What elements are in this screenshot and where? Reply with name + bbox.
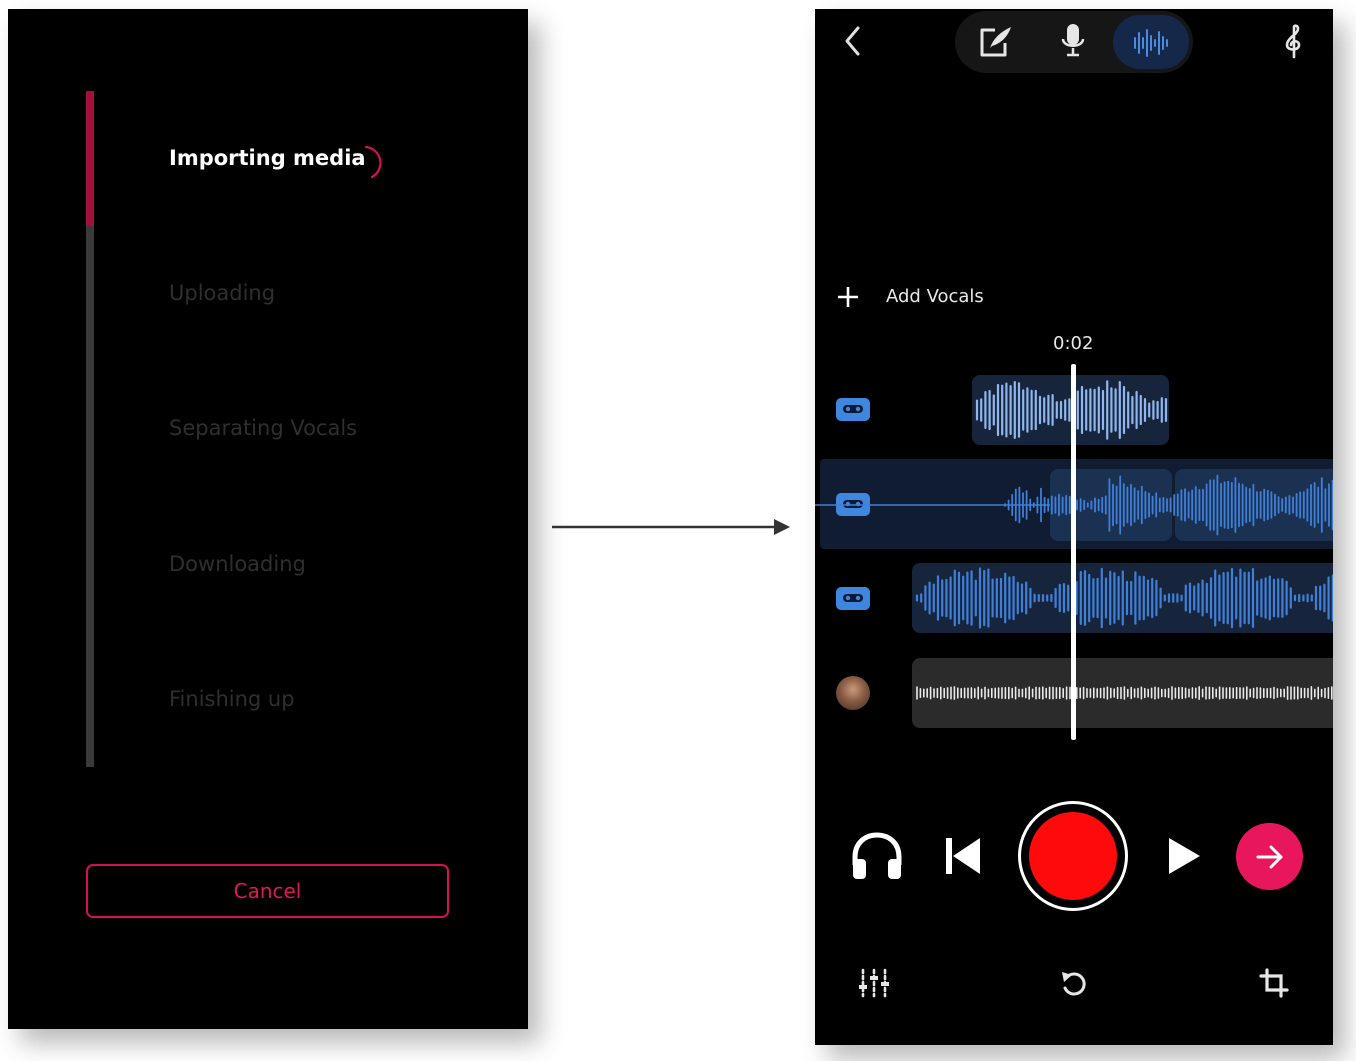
treble-clef-icon[interactable]	[1281, 23, 1305, 59]
step-importing-media: Importing media	[169, 146, 366, 170]
edit-lyrics-icon[interactable]	[977, 24, 1015, 60]
mode-switcher	[955, 11, 1193, 73]
microphone-icon[interactable]	[1061, 21, 1085, 61]
headphones-icon[interactable]	[850, 831, 904, 881]
play-icon[interactable]	[1166, 835, 1202, 877]
playhead[interactable]	[1071, 364, 1076, 740]
playhead-time: 0:02	[1053, 333, 1094, 354]
flow-arrow-icon	[552, 519, 790, 535]
skip-back-icon[interactable]	[944, 835, 982, 877]
record-button[interactable]	[1018, 801, 1128, 911]
waveform-icon	[916, 686, 1333, 700]
avatar[interactable]	[836, 676, 870, 710]
progress-track	[86, 91, 94, 767]
vocal-editor-screen: Add Vocals 0:02	[815, 9, 1333, 1045]
progress-fill	[86, 91, 94, 227]
vocal-clip-3[interactable]	[912, 563, 1333, 633]
back-chevron-icon[interactable]	[841, 25, 865, 57]
cancel-button[interactable]: Cancel	[86, 864, 449, 918]
undo-icon[interactable]	[1060, 968, 1088, 998]
import-progress-screen: Importing media Uploading Separating Voc…	[8, 9, 528, 1029]
add-icon[interactable]	[837, 286, 859, 308]
step-uploading: Uploading	[169, 281, 276, 305]
crop-icon[interactable]	[1259, 968, 1289, 998]
backing-track-clip[interactable]	[912, 658, 1333, 728]
cassette-icon[interactable]	[836, 398, 870, 421]
next-button[interactable]	[1236, 823, 1303, 890]
mixer-sliders-icon[interactable]	[859, 968, 889, 998]
cassette-icon[interactable]	[836, 587, 870, 610]
loading-spinner-icon	[364, 145, 382, 179]
record-icon	[1029, 812, 1117, 900]
waveform-icon	[915, 567, 1333, 629]
mode-waveform-selected[interactable]	[1113, 15, 1189, 69]
add-vocals-button[interactable]: Add Vocals	[886, 286, 984, 307]
arrow-right-icon	[1256, 845, 1283, 869]
step-finishing-up: Finishing up	[169, 687, 295, 711]
waveform-icon	[1134, 29, 1168, 57]
step-downloading: Downloading	[169, 552, 306, 576]
step-separating-vocals: Separating Vocals	[169, 416, 358, 440]
